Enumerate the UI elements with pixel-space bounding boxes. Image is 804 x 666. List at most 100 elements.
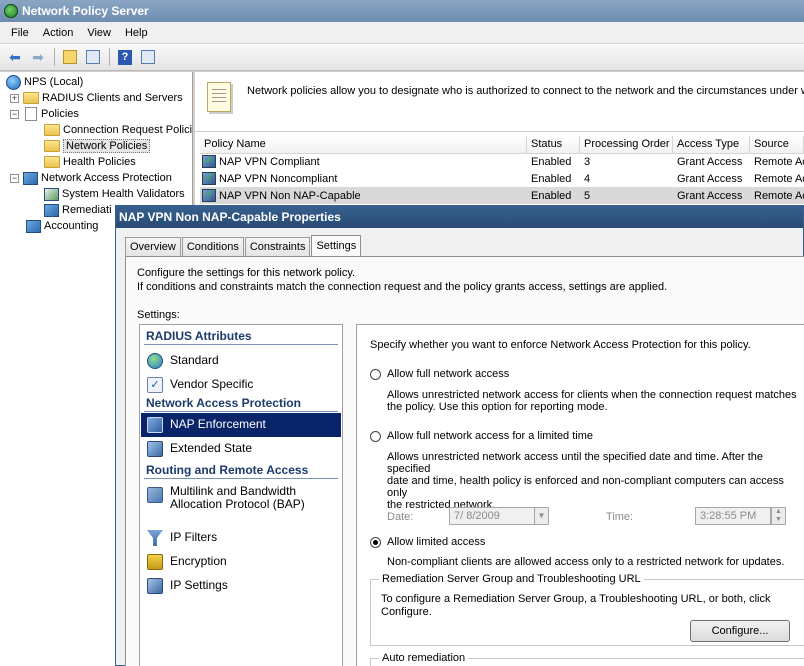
auto-remediation-group: Auto remediation: [370, 652, 804, 666]
radio-full-access[interactable]: Allow full network access: [370, 368, 509, 380]
note-icon: [207, 82, 231, 112]
nps-globe-icon: [6, 74, 21, 90]
dialog-title: NAP VPN Non NAP-Capable Properties: [116, 206, 803, 228]
extended-state-icon: [147, 441, 163, 457]
tree-item-remediation[interactable]: Remediati: [44, 202, 112, 218]
configure-button[interactable]: Configure...: [690, 620, 790, 642]
section-radius-attributes: RADIUS Attributes: [146, 329, 252, 343]
tree-item-network-policies[interactable]: Network Policies: [44, 138, 151, 154]
collapse-icon[interactable]: −: [10, 109, 19, 119]
tab-overview[interactable]: Overview: [125, 237, 181, 256]
back-arrow-icon[interactable]: ⬅: [4, 47, 26, 67]
remediation-group-title: Remediation Server Group and Troubleshoo…: [379, 573, 644, 585]
radio-limited-access[interactable]: Allow limited access: [370, 536, 485, 548]
time-picker[interactable]: 3:28:55 PM: [695, 507, 771, 525]
folder-icon: [44, 156, 60, 168]
nap-enforcement-panel: Specify whether you want to enforce Netw…: [356, 324, 804, 666]
tree-item-policies[interactable]: − Policies: [10, 106, 79, 122]
policy-enabled-icon: [202, 155, 216, 168]
section-network-access-protection: Network Access Protection: [146, 396, 301, 410]
settings-item-extended-state[interactable]: Extended State: [141, 437, 341, 461]
vendor-check-icon: ✓: [147, 377, 163, 393]
settings-item-vendor-specific[interactable]: ✓ Vendor Specific: [141, 373, 341, 397]
settings-description: Configure the settings for this network …: [137, 267, 356, 279]
menu-view[interactable]: View: [80, 27, 118, 39]
settings-item-standard[interactable]: Standard: [141, 349, 341, 373]
policy-enabled-icon: [202, 189, 216, 202]
tree-item-radius-clients[interactable]: + RADIUS Clients and Servers: [10, 90, 183, 106]
tree-item-accounting[interactable]: Accounting: [26, 218, 98, 234]
nap-intro-text: Specify whether you want to enforce Netw…: [370, 339, 751, 351]
settings-item-multilink-bap[interactable]: Multilink and Bandwidth Allocation Proto…: [141, 481, 341, 521]
limited-access-description: Non-compliant clients are allowed access…: [387, 556, 785, 568]
section-divider: [144, 411, 338, 412]
ip-settings-icon: [147, 578, 163, 594]
policy-row-selected[interactable]: NAP VPN Non NAP-Capable Enabled 5 Grant …: [200, 187, 804, 204]
properties-icon[interactable]: [137, 47, 159, 67]
forward-arrow-icon[interactable]: ➡: [27, 47, 49, 67]
tree-item-system-health-validators[interactable]: System Health Validators: [44, 186, 185, 202]
date-dropdown-arrow-icon[interactable]: ▼: [534, 507, 549, 525]
collapse-icon[interactable]: −: [10, 173, 19, 183]
radio-button[interactable]: [370, 368, 381, 380]
date-label: Date:: [387, 511, 414, 523]
column-source[interactable]: Source: [750, 136, 804, 153]
toolbar: ⬅ ➡ ?: [0, 44, 804, 71]
tab-conditions[interactable]: Conditions: [181, 237, 244, 256]
time-label: Time:: [606, 511, 634, 523]
tree-item-nap[interactable]: − Network Access Protection: [10, 170, 172, 186]
settings-item-ip-settings[interactable]: IP Settings: [141, 574, 341, 598]
section-routing-remote-access: Routing and Remote Access: [146, 463, 309, 477]
policy-row[interactable]: NAP VPN Compliant Enabled 3 Grant Access…: [200, 153, 804, 170]
policies-icon: [25, 107, 37, 121]
help-icon[interactable]: ?: [114, 47, 136, 67]
standard-globe-icon: [147, 353, 163, 369]
expand-icon[interactable]: +: [10, 93, 19, 103]
remediation-group-description: To configure a Remediation Server Group,…: [381, 593, 771, 618]
tree-item-nps-local[interactable]: NPS (Local): [6, 74, 83, 90]
column-access-type[interactable]: Access Type: [673, 136, 750, 153]
settings-label: Settings:: [137, 309, 180, 321]
radio-button[interactable]: [370, 430, 381, 442]
column-policy-name[interactable]: Policy Name: [200, 136, 527, 153]
properties-dialog: NAP VPN Non NAP-Capable Properties Overv…: [115, 205, 804, 666]
toolbar-separator: [109, 48, 110, 66]
nap-icon: [23, 171, 38, 185]
menu-help[interactable]: Help: [118, 27, 155, 39]
toolbar-separator: [54, 48, 55, 66]
settings-item-ip-filters[interactable]: IP Filters: [141, 526, 341, 550]
radio-limited-time-access[interactable]: Allow full network access for a limited …: [370, 430, 593, 442]
banner-text: Network policies allow you to designate …: [247, 85, 804, 97]
accounting-icon: [26, 219, 41, 233]
tab-settings[interactable]: Settings: [311, 235, 362, 257]
folder-icon: [44, 124, 60, 136]
menu-file[interactable]: File: [4, 27, 36, 39]
nps-app-icon: [4, 4, 18, 18]
filter-icon: [147, 530, 163, 546]
auto-remediation-title: Auto remediation: [379, 652, 469, 664]
settings-list: RADIUS Attributes Standard ✓ Vendor Spec…: [139, 324, 343, 666]
policy-row[interactable]: NAP VPN Noncompliant Enabled 4 Grant Acc…: [200, 170, 804, 187]
show-hide-tree-icon[interactable]: [82, 47, 104, 67]
time-spinner-icon[interactable]: ▲ ▼: [771, 507, 786, 525]
window-titlebar: Network Policy Server: [0, 0, 804, 22]
remediation-group: Remediation Server Group and Troubleshoo…: [370, 573, 804, 646]
up-folder-icon[interactable]: [59, 47, 81, 67]
tab-constraints[interactable]: Constraints: [244, 237, 311, 256]
column-status[interactable]: Status: [527, 136, 580, 153]
radio-button-selected[interactable]: [370, 536, 381, 548]
column-processing-order[interactable]: Processing Order: [580, 136, 673, 153]
multilink-icon: [147, 487, 163, 503]
remediation-icon: [44, 203, 59, 217]
settings-item-encryption[interactable]: Encryption: [141, 550, 341, 574]
nap-enforcement-icon: [147, 417, 163, 433]
section-divider: [144, 344, 338, 345]
tree-item-health-policies[interactable]: Health Policies: [44, 154, 136, 170]
menu-bar: File Action View Help: [0, 22, 804, 44]
settings-item-nap-enforcement[interactable]: NAP Enforcement: [141, 413, 341, 437]
description-banner: Network policies allow you to designate …: [195, 72, 804, 132]
validator-icon: [44, 187, 59, 201]
list-header: Policy Name Status Processing Order Acce…: [200, 136, 804, 154]
menu-action[interactable]: Action: [36, 27, 81, 39]
tree-item-connection-request-policies[interactable]: Connection Request Polici: [44, 122, 192, 138]
